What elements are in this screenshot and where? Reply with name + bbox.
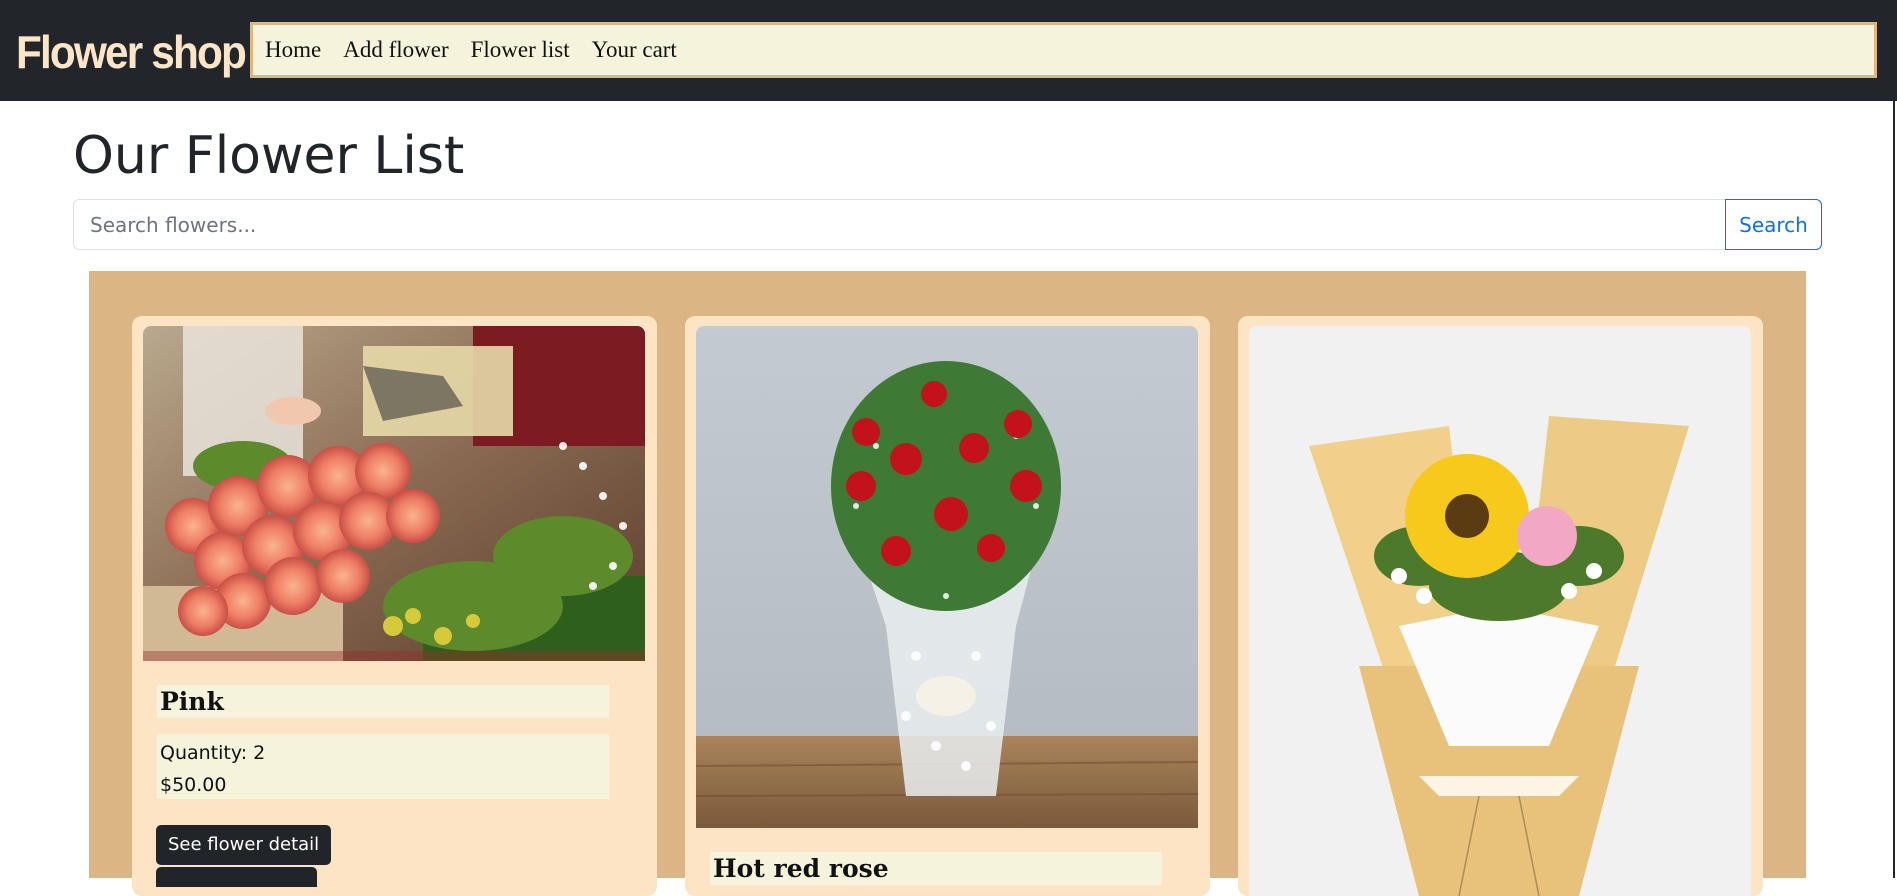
flower-image <box>143 326 645 661</box>
pink-roses-photo <box>143 326 645 661</box>
nav-link-add-flower[interactable]: Add flower <box>343 37 448 63</box>
flower-card <box>1238 316 1763 896</box>
nav-link-your-cart[interactable]: Your cart <box>592 37 677 63</box>
flower-name: Hot red rose <box>710 852 1162 885</box>
nav-link-flower-list[interactable]: Flower list <box>471 37 570 63</box>
page-title: Our Flower List <box>73 126 465 186</box>
red-rose-bouquet-photo <box>696 326 1198 828</box>
search-button[interactable]: Search <box>1725 199 1822 250</box>
page-edge <box>1893 101 1895 878</box>
flower-card: Hot red rose <box>685 316 1210 896</box>
flower-image <box>1249 326 1751 896</box>
brand-logo[interactable]: Flower shop <box>16 24 247 80</box>
navbar: Flower shop Home Add flower Flower list … <box>0 0 1897 101</box>
nav-link-home[interactable]: Home <box>265 37 321 63</box>
flower-card: Pink Quantity: 2 $50.00 See flower detai… <box>132 316 657 896</box>
flower-quantity: Quantity: 2 <box>160 742 266 764</box>
nav-links: Home Add flower Flower list Your cart <box>250 22 1877 78</box>
flower-info: Quantity: 2 $50.00 <box>157 734 609 799</box>
flower-name: Pink <box>157 685 609 718</box>
flower-price: $50.00 <box>160 774 227 796</box>
flower-image <box>696 326 1198 828</box>
sunflower-bouquet-photo <box>1249 326 1751 896</box>
add-to-cart-button[interactable] <box>156 867 317 887</box>
search-input[interactable] <box>73 199 1725 250</box>
see-flower-detail-button[interactable]: See flower detail <box>156 825 332 865</box>
